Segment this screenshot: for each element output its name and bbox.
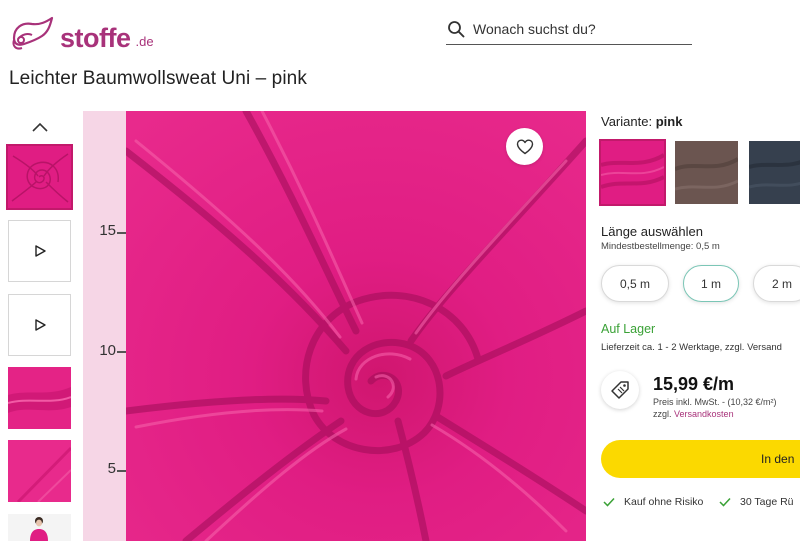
- fabric-swirl-thumb-image: [8, 146, 71, 208]
- variant-label-prefix: Variante:: [601, 114, 653, 129]
- search-bar[interactable]: [446, 14, 692, 45]
- thumbnail-fabric-swirl[interactable]: [6, 144, 73, 210]
- search-input[interactable]: [473, 21, 683, 37]
- shipping-prefix: zzgl.: [653, 409, 672, 419]
- stoffe-logo[interactable]: stoffe .de: [8, 14, 154, 52]
- benefit-return: 30 Tage Rü: [719, 496, 794, 508]
- heart-icon: [516, 139, 533, 154]
- benefit-label: 30 Tage Rü: [740, 496, 794, 508]
- variant-value: pink: [655, 114, 683, 129]
- variant-swatch-pink[interactable]: [599, 139, 666, 206]
- logo-text: stoffe: [60, 23, 131, 53]
- variant-label: Variante: pink: [601, 114, 682, 129]
- check-icon: [719, 497, 731, 507]
- logo-mark-icon: [12, 16, 54, 50]
- ruler-label-15: 15: [99, 222, 116, 239]
- play-icon: [34, 245, 46, 257]
- ruler-label-10: 10: [99, 342, 116, 359]
- variant-swatch-navy[interactable]: [749, 141, 800, 204]
- logo-tld: .de: [135, 34, 154, 49]
- thumbnail-video-2[interactable]: [8, 294, 71, 356]
- ruler-label-5: 5: [107, 460, 116, 477]
- benefit-risk-free: Kauf ohne Risiko: [603, 496, 703, 508]
- shipping-costs-link[interactable]: Versandkosten: [674, 409, 734, 419]
- benefit-label: Kauf ohne Risiko: [624, 496, 704, 508]
- brown-swatch-image: [675, 141, 738, 204]
- variant-swatch-brown[interactable]: [675, 141, 738, 204]
- ruler-tick: [117, 351, 126, 353]
- stock-status: Auf Lager: [601, 322, 656, 336]
- length-label: Länge auswählen: [601, 224, 703, 239]
- thumbnail-video-1[interactable]: [8, 220, 71, 282]
- chevron-up-icon[interactable]: [30, 118, 50, 136]
- favorite-button[interactable]: [506, 128, 543, 165]
- model-thumb-image: [8, 514, 71, 541]
- ruler-tick: [117, 232, 126, 234]
- length-option-0-5m[interactable]: 0,5 m: [601, 265, 669, 302]
- length-option-1m[interactable]: 1 m: [683, 265, 739, 302]
- price-tag-icon: [611, 381, 629, 399]
- fabric-flat-thumb-image: [8, 440, 71, 502]
- fabric-swirl-image: [126, 111, 586, 541]
- price: 15,99 €/m: [653, 374, 735, 394]
- add-to-cart-button[interactable]: In den: [601, 440, 800, 478]
- thumbnail-model[interactable]: [8, 514, 71, 541]
- search-icon[interactable]: [447, 20, 465, 38]
- thumbnail-fabric-flat[interactable]: [8, 440, 71, 502]
- navy-swatch-image: [749, 141, 800, 204]
- measurement-ruler: 15 10 5: [83, 111, 126, 541]
- page-title: Leichter Baumwollsweat Uni – pink: [9, 68, 307, 89]
- shipping-note: zzgl. Versandkosten: [653, 409, 734, 419]
- price-note: Preis inkl. MwSt. - (10,32 €/m²): [653, 397, 777, 407]
- main-product-image[interactable]: 15 10 5: [83, 111, 586, 541]
- price-badge: [601, 371, 639, 409]
- thumbnail-fabric-fold[interactable]: [8, 367, 71, 429]
- delivery-info: Lieferzeit ca. 1 - 2 Werktage, zzgl. Ver…: [601, 342, 782, 353]
- pink-swatch-image: [601, 141, 664, 204]
- play-icon: [34, 319, 46, 331]
- min-order-note: Mindestbestellmenge: 0,5 m: [601, 241, 720, 252]
- check-icon: [603, 497, 615, 507]
- fabric-fold-thumb-image: [8, 367, 71, 429]
- length-option-2m[interactable]: 2 m: [753, 265, 800, 302]
- ruler-tick: [117, 470, 126, 472]
